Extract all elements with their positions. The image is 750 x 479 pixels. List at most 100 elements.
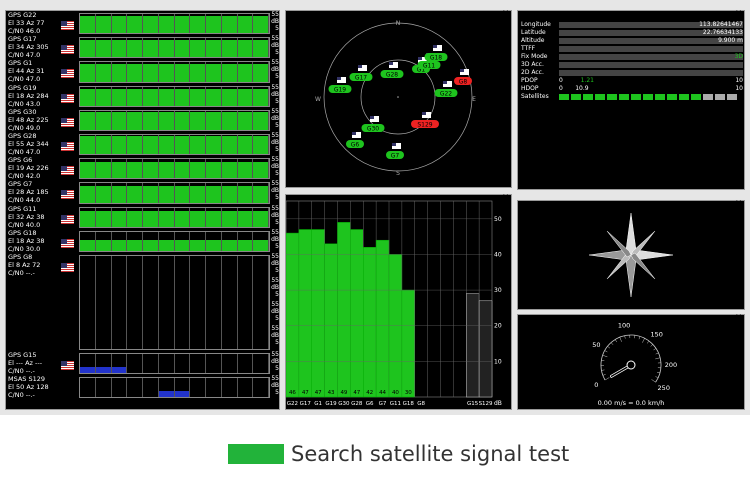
signal-bar [79,206,270,228]
satellite-label-line: GPS G7 [8,180,33,189]
signal-fill [253,89,268,106]
signal-fill [143,63,158,82]
signal-cell [174,86,191,106]
signal-fill [174,63,190,82]
satellite-count-block [703,94,713,100]
gauge-tick [602,354,608,358]
signal-fill [127,211,142,227]
signal-cell [206,110,222,130]
signal-cell [190,207,206,227]
gauge-tick [651,379,656,383]
scale-bottom: 5 [275,49,279,57]
dop-min: 0 [559,77,563,84]
signal-cell [80,378,96,398]
sky-satellite-label: G19 [334,87,346,94]
signal-fill [221,63,237,82]
satellite-label-line: El 32 Az 38 [8,212,45,221]
scale-top: 55 [271,253,279,260]
chart-unit: dB [494,400,502,407]
close-icon[interactable]: × [502,9,509,17]
signal-cell [158,14,175,34]
info-value: 10 [735,77,743,84]
signal-cell [174,62,191,82]
snr-bar-value: 42 [366,390,373,396]
signal-fill [111,240,127,251]
signal-fill [111,15,127,34]
signal-cell [206,183,222,203]
signal-cell [158,378,175,398]
scale-unit: dB [271,139,279,146]
scale-bottom: 5 [275,365,279,372]
signal-bar [79,230,270,252]
sky-satellite-flag-canton [352,132,356,135]
chart-tick-label: 40 [494,251,502,258]
scale-unit: dB [271,308,279,315]
snr-bar [466,293,480,398]
sky-satellite-label: G18 [430,55,442,62]
satellite-label: GPS G28 El 55 Az 344 C/N0 47.0 [8,132,49,156]
satellite-row: GPS G6 El 19 Az 226 C/N0 42.0 55 dB 5 [6,156,279,180]
scale-top: 55 [271,180,279,188]
signal-fill [143,240,158,251]
satellite-count-block [679,94,689,100]
signal-fill [158,15,174,34]
signal-cell [127,183,143,203]
signal-cell [221,38,238,58]
signal-fill [80,162,95,179]
sky-satellite: G7 [386,143,404,160]
signal-fill [95,240,111,251]
info-value: 3D [734,53,743,60]
signal-fill [127,63,142,82]
signal-fill [80,111,95,130]
signal-fill [95,63,111,82]
signal-fill [158,390,174,398]
signal-cell [221,14,238,34]
sky-satellite-flag-canton [422,112,426,115]
sky-satellite-label: G30 [367,126,379,133]
signal-fill [253,240,268,251]
close-icon[interactable]: × [735,199,742,207]
sky-satellite-flag-canton [358,65,362,68]
signal-fill [253,136,268,155]
signal-cell [143,159,159,179]
scale-bottom: 5 [275,267,279,274]
satellite-label: GPS G17 El 34 Az 305 C/N0 47.0 [8,35,49,59]
signal-fill [174,89,190,106]
signal-fill [95,15,111,34]
signal-fill [158,211,174,227]
satellite-label-line: El 8 Az 72 [8,261,41,269]
scale-bottom: 5 [275,97,279,105]
signal-cell [111,354,128,374]
signal-bar [79,85,270,107]
signal-cell [237,159,254,179]
signal-fill [111,89,127,106]
satellite-label-line: GPS G28 [8,132,37,140]
satellite-label-line: C/N0 47.0 [8,148,41,156]
gauge-tick [650,344,653,347]
info-row: Latitude 22.76634133 [521,29,743,37]
scale-unit: dB [271,382,279,390]
close-icon[interactable]: × [502,193,509,201]
signal-cell [174,110,191,130]
close-icon[interactable]: × [735,313,742,321]
gauge-tick [604,350,608,353]
signal-fill [111,185,127,203]
signal-cell [158,110,175,130]
signal-cell [96,256,112,349]
close-icon[interactable]: × [735,9,742,17]
scale-top: 55 [271,59,279,67]
signal-cell [221,231,238,251]
sky-satellite-flag-canton [460,69,464,72]
signal-fill [253,211,268,227]
signal-fill [253,39,268,58]
signal-cell [206,14,222,34]
snr-bar-label: G17 [300,401,312,407]
signal-cell [158,62,175,82]
signal-fill [158,185,174,203]
sky-satellite-label: G17 [355,75,367,82]
satellite-row: GPS G15 El --- Az --- C/N0 --.- 55 dB 5 [6,351,279,375]
sky-view-panel: × N S E W G19 G17 G28 G1 G11 G18 G8 G22 G30 S129 G6 G7 [285,9,512,188]
signal-fill [143,185,158,203]
db-scale: 55 dB 5 [271,59,279,80]
flag-icon [61,355,74,370]
